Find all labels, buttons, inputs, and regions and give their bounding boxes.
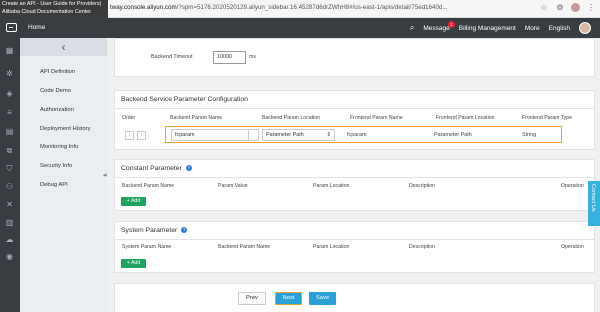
move-up-button[interactable]: ↑ — [137, 131, 146, 140]
api-sidebar: ‹ API Definition Code Demo Authorization… — [20, 38, 107, 312]
backend-params-card: Backend Service Parameter Configuration … — [114, 90, 595, 150]
next-button[interactable]: Next — [275, 292, 302, 305]
backend-timeout-label: Backend Timeout — [151, 54, 193, 60]
col-backend-param-location: Backend Param Location — [262, 115, 320, 121]
backend-params-title: Backend Service Parameter Configuration — [121, 96, 248, 103]
col-frontend-param-type: Frontend Param Type — [522, 115, 573, 121]
move-down-button[interactable]: ↓ — [125, 131, 134, 140]
database-icon[interactable]: ≡ — [5, 108, 14, 117]
tools-icon[interactable]: ✕ — [5, 200, 14, 209]
frontend-param-name-value: fcparam — [347, 132, 367, 138]
frontend-param-location-value: Parameter Path — [434, 132, 472, 138]
col-backend-param-name: Backend Param Name — [170, 115, 223, 121]
tag-icon[interactable]: ◉ — [5, 252, 14, 261]
home-link[interactable]: Home — [28, 24, 45, 31]
product-icon-rail: ▦ ✲ ◈ ≡ ▤ ⧉ ⛉ ⚇ ✕ ▥ ☁ ◉ — [0, 38, 20, 312]
col-backend-param-name: Backend Param Name — [122, 183, 175, 189]
prev-button[interactable]: Prev — [238, 292, 266, 305]
cloud-icon[interactable]: ☁ — [5, 235, 14, 244]
server-icon[interactable]: ▤ — [5, 127, 14, 136]
sidebar-item-security-info[interactable]: Security Info — [40, 163, 72, 169]
search-icon[interactable]: ⌕ — [410, 23, 414, 33]
frontend-param-type-value: String — [522, 132, 537, 138]
footer-bar: Prev Next Save — [114, 283, 595, 312]
console-topnav: Home ⌕ Message 1 Billing Management More … — [0, 18, 600, 38]
sidebar-item-monitoring-info[interactable]: Monitoring Info — [40, 144, 78, 150]
star-icon[interactable]: ☆ — [539, 3, 549, 13]
address-bar[interactable]: tway.console.aliyun.com/?spm=5176.202052… — [110, 4, 448, 11]
sidebar-item-authorization[interactable]: Authorization — [40, 107, 74, 113]
collapse-sidebar-chevron-icon[interactable]: ‹ — [20, 38, 107, 56]
shield-icon[interactable]: ⛉ — [5, 164, 14, 173]
backend-timeout-unit: ms — [249, 54, 256, 60]
save-button[interactable]: Save — [309, 292, 336, 305]
add-constant-param-button[interactable]: + Add — [121, 197, 146, 206]
constant-params-card: Constant Parameter? Backend Param Name P… — [114, 159, 595, 211]
cube-icon[interactable]: ◈ — [5, 89, 14, 98]
user-avatar[interactable] — [579, 22, 591, 34]
add-system-param-button[interactable]: + Add — [121, 259, 146, 268]
col-operation: Operation — [561, 183, 584, 189]
sidebar-item-deployment-history[interactable]: Deployment History — [40, 126, 91, 132]
col-frontend-param-name: Frontend Param Name — [350, 115, 403, 121]
backend-timeout-card: Backend Timeout 10000 ms — [114, 38, 595, 77]
more-menu[interactable]: More — [525, 25, 540, 32]
sidebar-item-debug-api[interactable]: Debug API — [40, 182, 68, 188]
main-content: Backend Timeout 10000 ms Backend Service… — [107, 38, 600, 312]
system-params-title: System Parameter? — [121, 227, 188, 234]
gear-icon[interactable]: ✲ — [5, 69, 14, 78]
system-params-card: System Parameter? System Param Name Back… — [114, 221, 595, 273]
tab-tooltip: Create an API - User Guide for Providers… — [0, 0, 108, 18]
message-link[interactable]: Message 1 — [423, 20, 455, 32]
col-backend-param-name: Backend Param Name — [218, 244, 271, 250]
col-operation: Operation — [561, 244, 584, 250]
help-icon[interactable]: ? — [181, 227, 188, 233]
col-param-value: Param Value — [218, 183, 248, 189]
col-frontend-param-location: Frontend Param Location — [436, 115, 495, 121]
tooltip-line-2: Alibaba Cloud Documentation Center — [2, 8, 91, 15]
backend-timeout-input[interactable]: 10000 — [213, 51, 246, 64]
col-description: Description — [409, 183, 435, 189]
kebab-menu-icon[interactable]: ⋮ — [586, 3, 596, 13]
contact-us-tab[interactable]: Contact Us — [588, 181, 600, 226]
sidebar-item-code-demo[interactable]: Code Demo — [40, 88, 71, 94]
extension-icon[interactable]: ⚙ — [555, 3, 565, 13]
grid-icon[interactable]: ▦ — [5, 46, 14, 55]
col-param-location: Param Location — [313, 244, 350, 250]
backend-param-location-select[interactable]: Parameter Path — [262, 129, 335, 141]
stack-icon[interactable]: ⧉ — [5, 146, 14, 155]
sidebar-item-api-definition[interactable]: API Definition — [40, 69, 75, 75]
chart-icon[interactable]: ▥ — [5, 218, 14, 227]
col-description: Description — [409, 244, 435, 250]
profile-icon[interactable] — [571, 3, 580, 12]
backend-param-name-input[interactable]: fcparam — [171, 129, 249, 141]
billing-link[interactable]: Billing Management — [459, 25, 516, 32]
constant-params-title: Constant Parameter? — [121, 165, 192, 172]
col-order: Order — [122, 115, 136, 121]
tooltip-line-1: Create an API - User Guide for Providers… — [2, 1, 102, 7]
network-icon[interactable]: ⚇ — [5, 182, 14, 191]
console-logo-icon[interactable] — [6, 23, 17, 32]
col-system-param-name: System Param Name — [122, 244, 172, 250]
col-param-location: Param Location — [313, 183, 350, 189]
message-count-badge: 1 — [447, 20, 455, 28]
help-icon[interactable]: ? — [185, 165, 192, 171]
language-menu[interactable]: English — [549, 25, 570, 32]
